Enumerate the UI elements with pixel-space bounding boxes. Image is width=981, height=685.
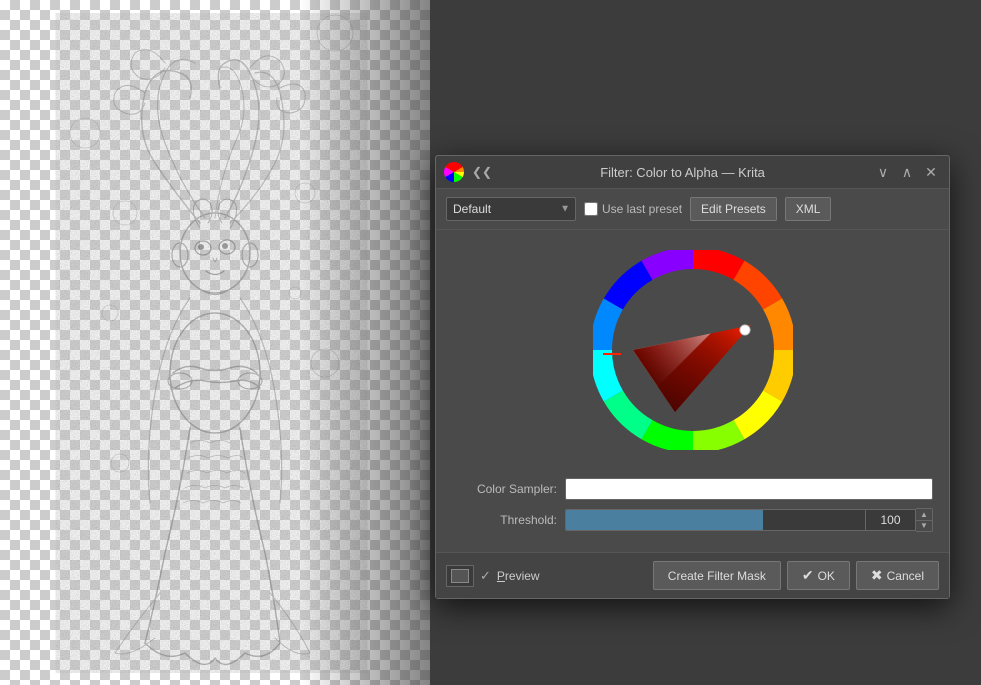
- xml-button[interactable]: XML: [785, 197, 832, 221]
- preview-icon: [451, 569, 469, 583]
- preset-select-wrapper[interactable]: Default ▼: [446, 197, 576, 221]
- canvas-area: [0, 0, 430, 685]
- ok-button[interactable]: ✔ OK: [787, 561, 850, 590]
- threshold-value[interactable]: 100: [866, 509, 916, 531]
- preview-label[interactable]: Preview: [497, 569, 540, 583]
- krita-logo: [444, 162, 464, 182]
- color-wheel-svg[interactable]: [593, 250, 793, 450]
- threshold-row: Threshold: 100 ▲ ▼: [452, 508, 933, 532]
- ok-icon: ✔: [802, 567, 814, 584]
- preview-check-icon: ✓: [480, 568, 491, 584]
- canvas-overlay: [300, 0, 430, 685]
- color-sampler-label: Color Sampler:: [452, 482, 557, 496]
- threshold-spinner[interactable]: ▲ ▼: [916, 508, 933, 532]
- preset-select[interactable]: Default: [446, 197, 576, 221]
- controls-section: Color Sampler: Threshold: 100 ▲ ▼: [436, 470, 949, 552]
- action-bar: ✓ Preview Create Filter Mask ✔ OK ✖ Canc…: [436, 552, 949, 598]
- minimize-button[interactable]: ∨: [873, 162, 893, 182]
- title-bar-left: ❮❮: [444, 162, 492, 182]
- preview-icon-box[interactable]: [446, 565, 474, 587]
- title-bar-controls: ∨ ∧ ✕: [873, 162, 941, 182]
- title-bar: ❮❮ Filter: Color to Alpha — Krita ∨ ∧ ✕: [436, 156, 949, 189]
- cancel-label: Cancel: [887, 569, 924, 583]
- ok-label: OK: [818, 569, 835, 583]
- threshold-decrement-button[interactable]: ▼: [916, 520, 932, 531]
- cancel-button[interactable]: ✖ Cancel: [856, 561, 939, 590]
- use-last-preset-label[interactable]: Use last preset: [584, 202, 682, 216]
- filter-dialog: ❮❮ Filter: Color to Alpha — Krita ∨ ∧ ✕ …: [435, 155, 950, 599]
- color-wheel-section[interactable]: [436, 230, 949, 470]
- close-button[interactable]: ✕: [921, 162, 941, 182]
- color-sampler-bar[interactable]: [565, 478, 933, 500]
- use-last-preset-checkbox[interactable]: [584, 202, 598, 216]
- threshold-container[interactable]: 100 ▲ ▼: [565, 508, 933, 532]
- create-filter-mask-button[interactable]: Create Filter Mask: [653, 561, 781, 590]
- threshold-bar-fill: [566, 510, 763, 530]
- edit-presets-button[interactable]: Edit Presets: [690, 197, 777, 221]
- create-filter-mask-label: Create Filter Mask: [668, 569, 766, 583]
- toolbar-row: Default ▼ Use last preset Edit Presets X…: [436, 189, 949, 230]
- threshold-label: Threshold:: [452, 513, 557, 527]
- action-bar-right: Create Filter Mask ✔ OK ✖ Cancel: [653, 561, 939, 590]
- collapse-icon[interactable]: ❮❮: [472, 165, 492, 179]
- dialog-title: Filter: Color to Alpha — Krita: [492, 165, 873, 180]
- color-wheel-container[interactable]: [593, 250, 793, 450]
- color-sampler-row: Color Sampler:: [452, 478, 933, 500]
- maximize-button[interactable]: ∧: [897, 162, 917, 182]
- threshold-increment-button[interactable]: ▲: [916, 509, 932, 520]
- action-bar-left: ✓ Preview: [446, 565, 540, 587]
- cancel-icon: ✖: [871, 567, 883, 584]
- threshold-bar-bg[interactable]: [565, 509, 866, 531]
